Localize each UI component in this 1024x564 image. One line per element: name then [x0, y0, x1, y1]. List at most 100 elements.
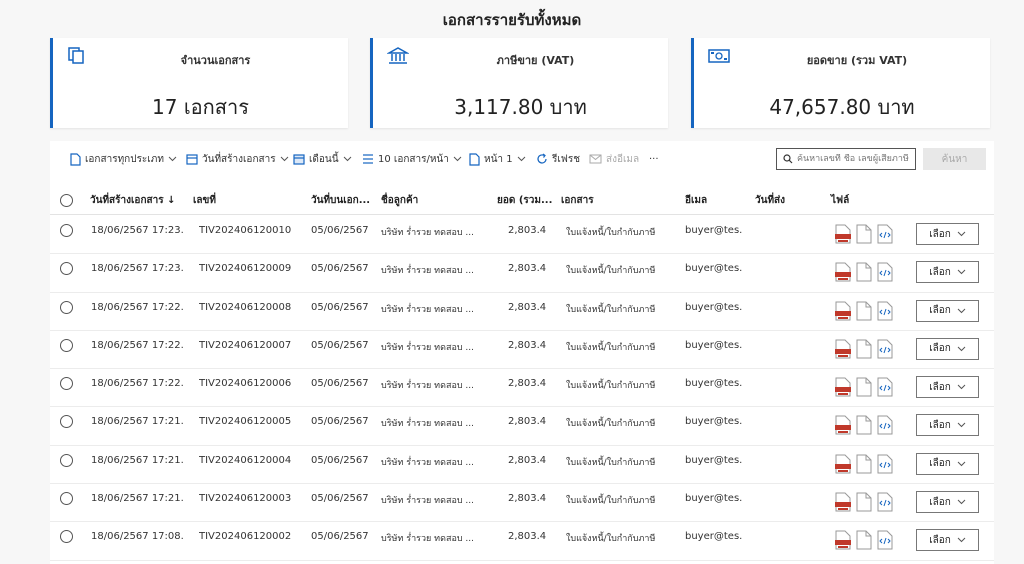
xml-file-icon[interactable] — [877, 530, 893, 550]
send-email-label: ส่งอีเมล — [606, 153, 640, 165]
send-email-button[interactable]: ส่งอีเมล — [589, 151, 639, 167]
pdf-file-icon[interactable] — [835, 262, 851, 282]
row-radio[interactable] — [60, 453, 73, 467]
row-radio[interactable] — [60, 377, 73, 391]
select-dropdown-button[interactable]: เลือก — [916, 529, 979, 552]
file-icon[interactable] — [856, 224, 872, 244]
more-button[interactable]: ··· — [649, 151, 659, 167]
pdf-file-icon[interactable] — [835, 492, 851, 512]
card-value: 47,657.80 บาท — [769, 95, 915, 119]
pdf-file-icon[interactable] — [835, 530, 851, 550]
doc-date-cell: 05/06/2567 — [311, 454, 369, 466]
col-doc-date[interactable]: วันที่บนเอก... — [311, 193, 370, 208]
row-radio[interactable] — [60, 224, 73, 237]
file-icon[interactable] — [856, 530, 872, 550]
doc-date-cell: 05/06/2567 — [311, 225, 369, 236]
select-dropdown-button[interactable]: เลือก — [916, 452, 979, 475]
documents-panel: เอกสารทุกประเภท วันที่สร้างเอกสาร เดือนน… — [50, 141, 994, 564]
file-icon[interactable] — [856, 454, 872, 474]
table-row[interactable]: 18/06/2567 17:22... TIV202406120008 05/0… — [50, 293, 994, 331]
calendar-icon — [293, 154, 305, 165]
refresh-button[interactable]: รีเฟรช — [536, 151, 580, 167]
row-radio[interactable] — [60, 338, 73, 352]
date-type-filter[interactable]: วันที่สร้างเอกสาร — [186, 151, 289, 167]
doc-type-filter[interactable]: เอกสารทุกประเภท — [70, 151, 177, 167]
col-amount[interactable]: ยอด (รวม... — [497, 193, 552, 208]
xml-file-icon[interactable] — [877, 492, 893, 512]
chevron-down-icon — [517, 156, 525, 162]
xml-file-icon[interactable] — [877, 262, 893, 282]
file-icon[interactable] — [856, 415, 872, 435]
xml-file-icon[interactable] — [877, 224, 893, 244]
table-row[interactable]: 18/06/2567 17:21... TIV202406120005 05/0… — [50, 407, 994, 446]
pdf-file-icon[interactable] — [835, 415, 851, 435]
number-cell: TIV202406120009 — [199, 263, 292, 275]
xml-file-icon[interactable] — [877, 415, 893, 435]
xml-file-icon[interactable] — [877, 454, 893, 474]
select-dropdown-button[interactable]: เลือก — [916, 337, 979, 360]
table-row[interactable]: 18/06/2567 17:22... TIV202406120006 05/0… — [50, 369, 994, 408]
page-size-filter[interactable]: 10 เอกสาร/หน้า — [362, 151, 462, 167]
card-value: 17 เอกสาร — [152, 95, 249, 119]
table-row[interactable]: 18/06/2567 17:21... TIV202406120003 05/0… — [50, 484, 994, 523]
email-cell: buyer@tes... — [685, 454, 743, 466]
col-sent-date[interactable]: วันที่ส่ง — [755, 193, 785, 208]
col-email[interactable]: อีเมล — [685, 193, 707, 208]
pdf-file-icon[interactable] — [835, 454, 851, 474]
select-dropdown-button[interactable]: เลือก — [916, 223, 979, 245]
pdf-file-icon[interactable] — [835, 224, 851, 244]
col-document[interactable]: เอกสาร — [561, 193, 594, 208]
table-row[interactable]: 18/06/2567 17:22... TIV202406120007 05/0… — [50, 331, 994, 370]
file-icon[interactable] — [856, 262, 872, 282]
pdf-file-icon[interactable] — [835, 377, 851, 397]
file-icon[interactable] — [856, 377, 872, 397]
amount-cell: 2,803.40 — [508, 225, 546, 236]
table-row[interactable]: 18/06/2567 17:23... TIV202406120009 05/0… — [50, 254, 994, 293]
select-all-radio[interactable] — [60, 194, 73, 207]
customer-cell: บริษัท ร่ำรวย ทดสอบ ... — [381, 534, 475, 545]
search-input[interactable] — [797, 154, 915, 164]
select-dropdown-button[interactable]: เลือก — [916, 491, 979, 514]
select-dropdown-button[interactable]: เลือก — [916, 414, 979, 437]
pdf-file-icon[interactable] — [835, 339, 851, 359]
table-row[interactable]: 18/06/2567 17:21... TIV202406120004 05/0… — [50, 446, 994, 485]
email-cell: buyer@tes... — [685, 378, 743, 390]
pdf-file-icon[interactable] — [835, 301, 851, 321]
select-label: เลือก — [929, 458, 951, 470]
select-dropdown-button[interactable]: เลือก — [916, 299, 979, 322]
table-row[interactable]: 18/06/2567 17:23... TIV202406120010 05/0… — [50, 216, 994, 255]
more-label: ··· — [649, 153, 659, 165]
period-filter[interactable]: เดือนนี้ — [293, 151, 352, 167]
file-icon[interactable] — [856, 492, 872, 512]
search-button[interactable]: ค้นหา — [923, 148, 986, 170]
col-number[interactable]: เลขที่ — [193, 193, 216, 208]
row-radio[interactable] — [60, 300, 73, 314]
xml-file-icon[interactable] — [877, 301, 893, 321]
files-group — [835, 377, 893, 397]
col-created[interactable]: วันที่สร้างเอกสาร ↓ — [90, 193, 175, 208]
customer-cell: บริษัท ร่ำรวย ทดสอบ ... — [381, 342, 475, 353]
select-label: เลือก — [929, 305, 951, 317]
xml-file-icon[interactable] — [877, 377, 893, 397]
document-cell: ใบแจ้งหนี้/ใบกำกับภาษี — [566, 228, 656, 238]
customer-cell: บริษัท ร่ำรวย ทดสอบ ... — [381, 496, 475, 507]
row-radio[interactable] — [60, 530, 73, 544]
select-dropdown-button[interactable]: เลือก — [916, 261, 979, 284]
customer-cell: บริษัท ร่ำรวย ทดสอบ ... — [381, 457, 475, 468]
email-cell: buyer@tes... — [685, 263, 743, 275]
row-radio[interactable] — [60, 415, 73, 429]
toolbar: เอกสารทุกประเภท วันที่สร้างเอกสาร เดือนน… — [50, 141, 994, 177]
document-cell: ใบแจ้งหนี้/ใบกำกับภาษี — [566, 457, 656, 468]
xml-file-icon[interactable] — [877, 339, 893, 359]
doc-date-cell: 05/06/2567 — [311, 301, 369, 313]
table-row[interactable]: 18/06/2567 17:08... TIV202406120002 05/0… — [50, 522, 994, 561]
select-dropdown-button[interactable]: เลือก — [916, 376, 979, 399]
row-radio[interactable] — [60, 492, 73, 506]
files-group — [835, 224, 893, 244]
page-selector[interactable]: หน้า 1 — [469, 151, 526, 167]
file-icon[interactable] — [856, 339, 872, 359]
col-customer[interactable]: ชื่อลูกค้า — [381, 193, 418, 208]
email-cell: buyer@tes... — [685, 531, 743, 543]
file-icon[interactable] — [856, 301, 872, 321]
row-radio[interactable] — [60, 262, 73, 276]
